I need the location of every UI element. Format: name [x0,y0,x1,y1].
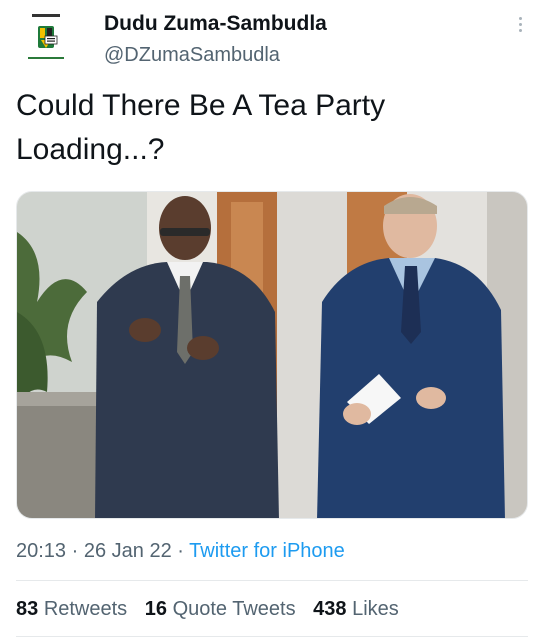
more-vertical-icon[interactable] [510,10,530,38]
tweet-text-line: Loading...? [16,133,165,166]
likes-stat[interactable]: 438 Likes [313,598,399,620]
avatar[interactable] [16,10,76,70]
meta-separator: · [71,540,79,562]
tweet-card: Dudu Zuma-Sambudla @DZumaSambudla Could … [0,0,544,640]
retweets-count: 83 [16,598,39,620]
quote-tweets-stat[interactable]: 16 Quote Tweets [145,598,296,620]
divider [16,636,528,637]
tweet-source-link[interactable]: Twitter for iPhone [189,540,345,562]
avatar-logo-image [16,10,76,70]
tweet-meta: 20:13 · 26 Jan 22 · Twitter for iPhone [16,540,345,563]
retweets-label: Retweets [43,598,128,620]
tweet-date[interactable]: 26 Jan 22 [84,540,172,562]
photo-image [17,192,527,518]
tweet-photo[interactable] [16,191,528,519]
tweet-text: Could There Be A Tea Party Loading...? [16,84,516,172]
quote-tweets-label: Quote Tweets [172,598,296,620]
tweet-time[interactable]: 20:13 [16,540,66,562]
meta-separator: · [177,540,184,562]
quote-tweets-count: 16 [144,598,167,620]
retweets-stat[interactable]: 83 Retweets [16,598,127,620]
likes-label: Likes [352,598,399,620]
divider [16,580,528,581]
display-name[interactable]: Dudu Zuma-Sambudla [104,12,327,36]
user-handle[interactable]: @DZumaSambudla [104,44,280,67]
likes-count: 438 [313,598,347,620]
tweet-text-line: Could There Be A Tea Party [16,89,386,122]
tweet-stats: 83 Retweets 16 Quote Tweets 438 Likes [16,598,411,621]
